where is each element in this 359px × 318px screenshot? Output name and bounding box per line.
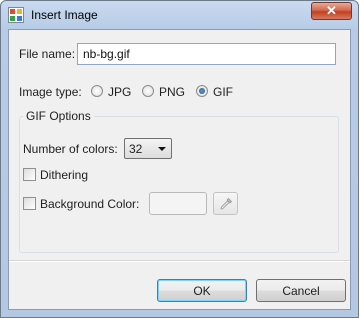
chevron-down-icon (158, 147, 166, 151)
title-bar[interactable]: Insert Image ✕ (1, 1, 358, 29)
file-name-input[interactable] (77, 43, 336, 65)
footer-separator (9, 260, 350, 262)
gif-options-group (19, 116, 339, 253)
image-app-icon (8, 7, 24, 23)
radio-jpg-label[interactable]: JPG (108, 85, 131, 99)
color-picker-button[interactable] (213, 192, 238, 215)
radio-selected-dot (199, 88, 205, 94)
radio-jpg-circle[interactable] (91, 85, 103, 97)
background-color-swatch[interactable] (149, 192, 207, 215)
eyedropper-icon (219, 197, 232, 210)
insert-image-dialog: Insert Image ✕ File name: Image type: JP… (0, 0, 359, 318)
dithering-checkbox[interactable] (23, 168, 36, 181)
image-type-label: Image type: (19, 85, 82, 99)
radio-gif-circle[interactable] (196, 85, 208, 97)
dialog-body: File name: Image type: JPG PNG GIF GIF O… (8, 29, 351, 310)
number-of-colors-label: Number of colors: (23, 142, 118, 156)
number-of-colors-select[interactable]: 32 (124, 138, 172, 159)
radio-png-label[interactable]: PNG (159, 85, 185, 99)
background-color-checkbox[interactable] (23, 197, 36, 210)
background-color-label[interactable]: Background Color: (40, 197, 139, 211)
radio-gif-label[interactable]: GIF (213, 85, 233, 99)
close-icon: ✕ (326, 3, 337, 18)
radio-png-circle[interactable] (142, 85, 154, 97)
gif-options-title: GIF Options (23, 109, 94, 123)
ok-button[interactable]: OK (157, 279, 247, 302)
window-title: Insert Image (31, 8, 98, 22)
dithering-label[interactable]: Dithering (40, 168, 88, 182)
file-name-label: File name: (19, 47, 76, 61)
cancel-button[interactable]: Cancel (256, 279, 346, 302)
number-of-colors-value: 32 (129, 142, 143, 156)
close-button[interactable]: ✕ (311, 2, 352, 20)
